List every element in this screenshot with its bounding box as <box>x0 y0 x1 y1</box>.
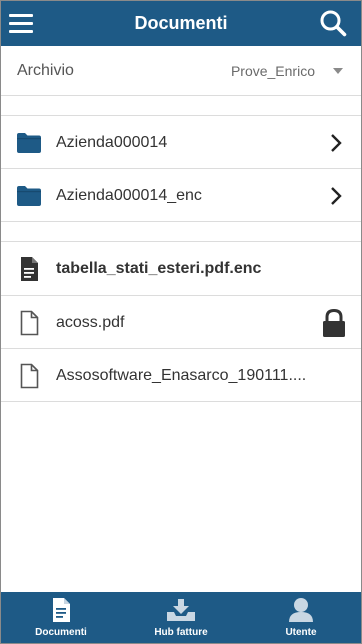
file-row[interactable]: tabella_stati_esteri.pdf.enc <box>1 242 361 295</box>
archive-selected-value: Prove_Enrico <box>230 62 315 79</box>
tab-label: Utente <box>285 627 317 638</box>
divider <box>1 221 361 222</box>
file-outline-icon <box>20 363 39 388</box>
tab-label: Documenti <box>35 627 87 638</box>
file-outline-icon <box>20 310 39 335</box>
archive-dropdown[interactable]: Prove_Enrico <box>231 63 345 79</box>
folder-icon <box>17 132 41 153</box>
user-icon <box>289 598 313 622</box>
divider <box>1 95 361 96</box>
hamburger-menu-icon[interactable] <box>9 10 35 36</box>
folder-row[interactable]: Azienda000014 <box>1 116 361 169</box>
dropdown-caret-icon <box>333 67 343 74</box>
file-row[interactable]: acoss.pdf <box>1 296 361 349</box>
tab-utente[interactable]: Utente <box>241 592 361 643</box>
top-app-bar: Documenti <box>1 1 361 46</box>
page-title: Documenti <box>134 13 228 33</box>
folder-icon <box>17 185 41 206</box>
search-icon[interactable] <box>319 9 347 37</box>
tab-documenti[interactable]: Documenti <box>1 592 121 643</box>
folder-name: Azienda000014_enc <box>56 186 202 204</box>
file-name: acoss.pdf <box>56 313 125 331</box>
file-name: tabella_stati_esteri.pdf.enc <box>56 259 262 277</box>
archive-label: Archivio <box>17 61 74 79</box>
file-filled-icon <box>21 256 38 281</box>
chevron-right-icon <box>331 186 342 205</box>
tab-label: Hub fatture <box>154 627 208 638</box>
document-icon <box>53 598 70 622</box>
file-row[interactable]: Assosoftware_Enasarco_190111.... <box>1 349 361 402</box>
bottom-tab-bar: Documenti Hub fatture Utente <box>1 592 361 643</box>
archive-selector-row: Archivio Prove_Enrico <box>1 46 361 95</box>
file-name: Assosoftware_Enasarco_190111.... <box>56 366 307 384</box>
inbox-download-icon <box>167 599 195 621</box>
chevron-right-icon <box>331 133 342 152</box>
tab-hub-fatture[interactable]: Hub fatture <box>121 592 241 643</box>
lock-icon <box>323 308 345 337</box>
divider <box>1 401 361 402</box>
app-frame: Documenti Archivio Prove_Enrico Azienda0… <box>0 0 362 644</box>
folder-row[interactable]: Azienda000014_enc <box>1 169 361 222</box>
folder-name: Azienda000014 <box>56 133 168 151</box>
